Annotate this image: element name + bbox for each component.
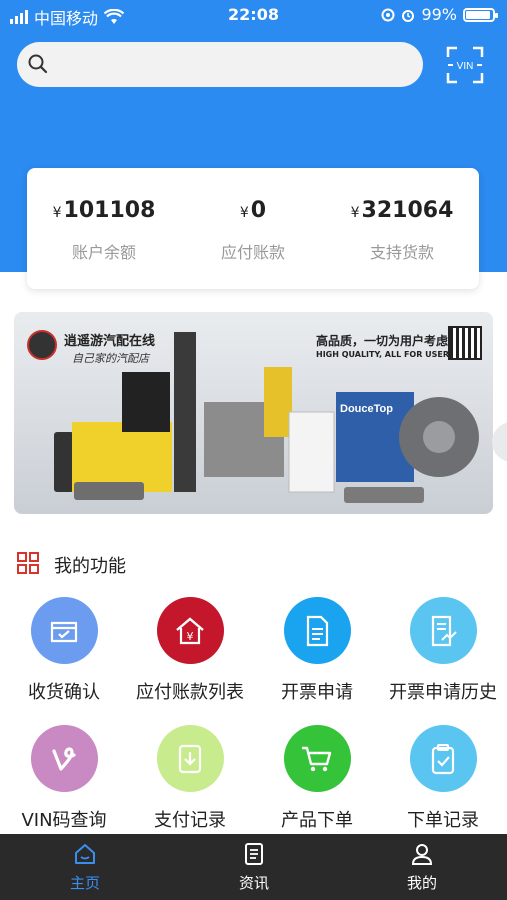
search-bar[interactable] — [17, 42, 423, 87]
account-balance[interactable]: ¥101108 账户余额 — [29, 198, 179, 263]
inbox-check-icon — [30, 597, 98, 664]
banner-next-peek — [492, 422, 507, 462]
account-summary-card: ¥101108 账户余额 ¥0 应付账款 ¥321064 支持货款 — [27, 168, 479, 289]
download-card-icon — [156, 725, 224, 792]
house-yen-icon: ¥ — [156, 597, 224, 664]
func-payment-records[interactable]: 支付记录 — [127, 725, 253, 832]
func-invoice-history[interactable]: 开票申请历史 — [380, 597, 506, 704]
document-icon — [283, 597, 351, 664]
alarm-icon — [402, 9, 415, 22]
func-payable-list[interactable]: ¥ 应付账款列表 — [127, 597, 253, 704]
func-place-order[interactable]: 产品下单 — [254, 725, 380, 832]
func-label: 支付记录 — [154, 810, 226, 831]
currency-symbol: ¥ — [52, 205, 62, 221]
payable-label: 应付账款 — [220, 243, 285, 262]
status-bar: 中国移动 22:08 99% — [0, 0, 507, 30]
vin-label: VIN — [457, 61, 474, 72]
support-label: 支持货款 — [369, 243, 434, 262]
news-icon — [245, 843, 263, 865]
battery-percent: 99% — [421, 5, 457, 24]
currency-symbol: ¥ — [239, 205, 249, 221]
func-label: 产品下单 — [281, 810, 353, 831]
document-history-icon — [409, 597, 477, 664]
battery-icon — [463, 7, 498, 22]
tab-label: 资讯 — [238, 874, 269, 892]
tab-label: 我的 — [406, 874, 437, 892]
vin-scan-button[interactable]: VIN — [446, 46, 484, 84]
func-invoice-apply[interactable]: 开票申请 — [254, 597, 380, 704]
func-label: 收货确认 — [28, 682, 100, 703]
tab-home[interactable]: 主页 — [25, 842, 145, 893]
search-input[interactable] — [59, 50, 413, 80]
func-label: 开票申请 — [281, 682, 353, 703]
tab-label: 主页 — [69, 874, 100, 892]
location-lock-icon — [381, 8, 395, 21]
clipboard-check-icon — [409, 725, 477, 792]
func-vin-query[interactable]: VIN码查询 — [1, 725, 127, 832]
balance-amount: 101108 — [63, 198, 156, 223]
auto-parts-illustration: DouceTop — [54, 332, 479, 503]
balance-label: 账户余额 — [71, 243, 136, 262]
cart-icon — [283, 725, 351, 792]
home-icon — [75, 844, 95, 864]
promo-banner[interactable]: 逍遥游汽配在线 自己家的汽配店 高品质，一切为用户考虑 HIGH QUALITY… — [14, 312, 493, 514]
currency-symbol: ¥ — [350, 205, 360, 221]
tab-bar: 主页 资讯 我的 — [0, 834, 507, 900]
svg-text:DouceTop: DouceTop — [340, 403, 393, 415]
search-icon — [28, 54, 48, 74]
tab-news[interactable]: 资讯 — [194, 842, 314, 893]
func-receipt-confirm[interactable]: 收货确认 — [1, 597, 127, 704]
svg-text:¥: ¥ — [187, 630, 194, 643]
func-label: VIN码查询 — [21, 810, 107, 831]
func-label: 应付账款列表 — [136, 682, 244, 703]
tab-profile[interactable]: 我的 — [362, 842, 482, 893]
func-order-records[interactable]: 下单记录 — [380, 725, 506, 832]
support-amount: 321064 — [361, 198, 454, 223]
user-icon — [411, 844, 433, 865]
supported-payment[interactable]: ¥321064 支持货款 — [327, 198, 477, 263]
func-label: 下单记录 — [407, 810, 479, 831]
payable-amount: 0 — [250, 198, 267, 223]
section-title: 我的功能 — [54, 556, 126, 577]
grid-icon — [17, 552, 39, 574]
func-label: 开票申请历史 — [389, 682, 497, 703]
vine-v-icon — [30, 725, 98, 792]
accounts-payable[interactable]: ¥0 应付账款 — [178, 198, 328, 263]
